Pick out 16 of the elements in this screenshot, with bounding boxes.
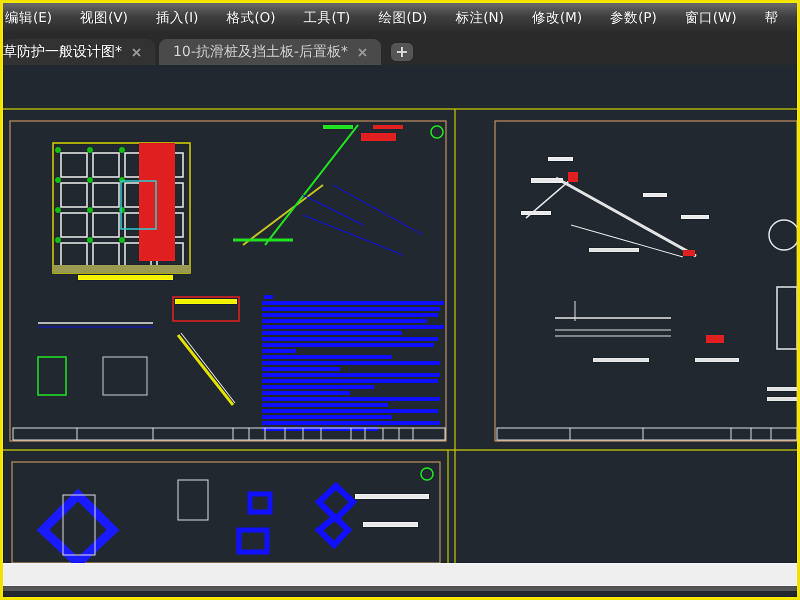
menu-item[interactable]: 修改(M) [530,9,582,27]
menu-item[interactable]: 工具(T) [302,9,350,27]
menu-item[interactable]: 窗口(W) [682,9,737,27]
close-icon[interactable] [358,48,367,56]
menu-item[interactable]: 标注(N) [453,9,504,27]
menu-item[interactable]: 参数(P) [608,9,657,27]
menu-item[interactable]: 视图(V) [78,9,128,27]
menu-item[interactable]: 格式(O) [224,9,276,27]
document-tab[interactable]: 草防护一般设计图* [3,39,155,65]
menu-item[interactable]: 编辑(E) [3,9,52,27]
menu-item[interactable]: 插入(I) [154,9,198,27]
close-icon[interactable] [132,48,141,56]
new-tab-button[interactable]: + [390,43,413,61]
menu-item[interactable]: 帮 [762,9,779,27]
menu-item[interactable]: 绘图(D) [376,9,428,27]
document-tab[interactable]: 10-抗滑桩及挡土板-后置板* [159,39,381,65]
